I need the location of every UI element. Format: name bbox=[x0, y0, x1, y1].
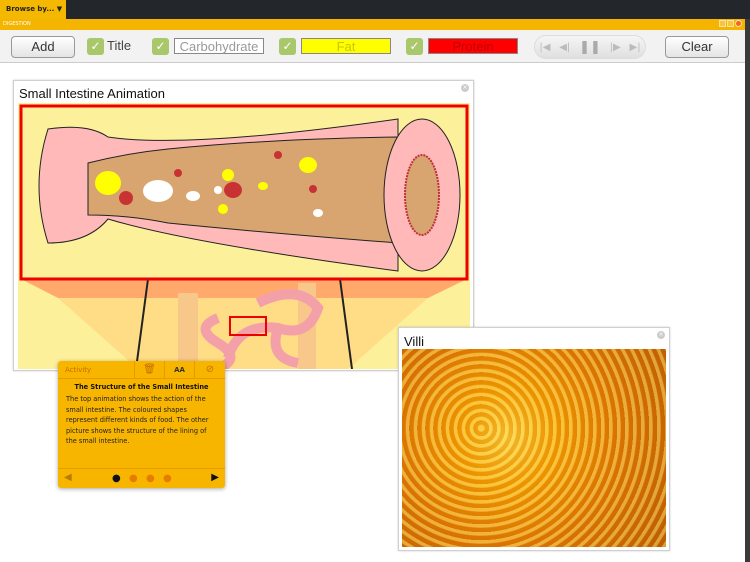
page-dot-active[interactable]: ● bbox=[112, 473, 121, 484]
trash-icon[interactable]: 🗑 bbox=[134, 361, 164, 378]
browse-label: Browse by... bbox=[6, 5, 55, 13]
window-title-bar: DIGESTION bbox=[0, 19, 746, 30]
step-forward-icon[interactable]: |▶ bbox=[610, 42, 621, 53]
page-dot[interactable]: ● bbox=[146, 473, 155, 484]
close-icon[interactable] bbox=[735, 20, 742, 27]
villi-panel[interactable]: Villi × bbox=[398, 327, 670, 551]
step-back-icon[interactable]: ◀| bbox=[559, 42, 570, 53]
right-edge bbox=[745, 19, 750, 562]
skip-end-icon[interactable]: ▶| bbox=[630, 42, 641, 53]
pause-icon[interactable]: ❚❚ bbox=[579, 40, 601, 55]
page-dot[interactable]: ● bbox=[129, 473, 138, 484]
previous-arrow-icon[interactable]: ◀ bbox=[64, 472, 72, 483]
toolbar: Add ✓ Title ✓ Carbohydrate ✓ Fat ✓ Prote… bbox=[0, 30, 745, 63]
activity-title: The Structure of the Small Intestine bbox=[74, 383, 209, 391]
next-arrow-icon[interactable]: ▶ bbox=[211, 472, 219, 483]
font-size-button[interactable]: AA bbox=[164, 361, 194, 378]
pin-icon[interactable]: ⊘ bbox=[194, 361, 225, 378]
skip-start-icon[interactable]: |◀ bbox=[539, 42, 550, 53]
villi-image bbox=[402, 349, 666, 547]
maximize-icon[interactable] bbox=[727, 20, 734, 27]
minimize-icon[interactable] bbox=[719, 20, 726, 27]
browse-by-dropdown[interactable]: Browse by... ▼ bbox=[0, 0, 66, 19]
activity-pagination: ◀ ● ● ● ● ▶ bbox=[58, 468, 225, 488]
dropdown-arrow-icon: ▼ bbox=[56, 5, 63, 13]
close-panel-icon[interactable]: × bbox=[461, 84, 469, 92]
close-panel-icon[interactable]: × bbox=[657, 331, 665, 339]
fat-label: Fat bbox=[301, 38, 391, 54]
carbohydrate-label: Carbohydrate bbox=[174, 38, 264, 54]
activity-card: Activity 🗑 AA ⊘ The Structure of the Sma… bbox=[58, 361, 225, 488]
fat-checkbox[interactable]: ✓ bbox=[279, 38, 296, 55]
carbohydrate-checkbox[interactable]: ✓ bbox=[152, 38, 169, 55]
playback-controls: |◀ ◀| ❚❚ |▶ ▶| bbox=[534, 35, 646, 59]
add-button[interactable]: Add bbox=[11, 36, 75, 58]
protein-label: Protein bbox=[428, 38, 518, 54]
activity-text: The top animation shows the action of th… bbox=[66, 395, 209, 445]
top-bar bbox=[0, 0, 750, 19]
window-title: DIGESTION bbox=[3, 21, 31, 27]
clear-button[interactable]: Clear bbox=[665, 36, 729, 58]
protein-checkbox[interactable]: ✓ bbox=[406, 38, 423, 55]
panel-title: Villi bbox=[404, 334, 424, 349]
page-dot[interactable]: ● bbox=[163, 473, 172, 484]
title-label: Title bbox=[107, 38, 132, 53]
panel-title: Small Intestine Animation bbox=[19, 86, 165, 101]
title-checkbox[interactable]: ✓ bbox=[87, 38, 104, 55]
activity-label: Activity bbox=[65, 366, 92, 374]
